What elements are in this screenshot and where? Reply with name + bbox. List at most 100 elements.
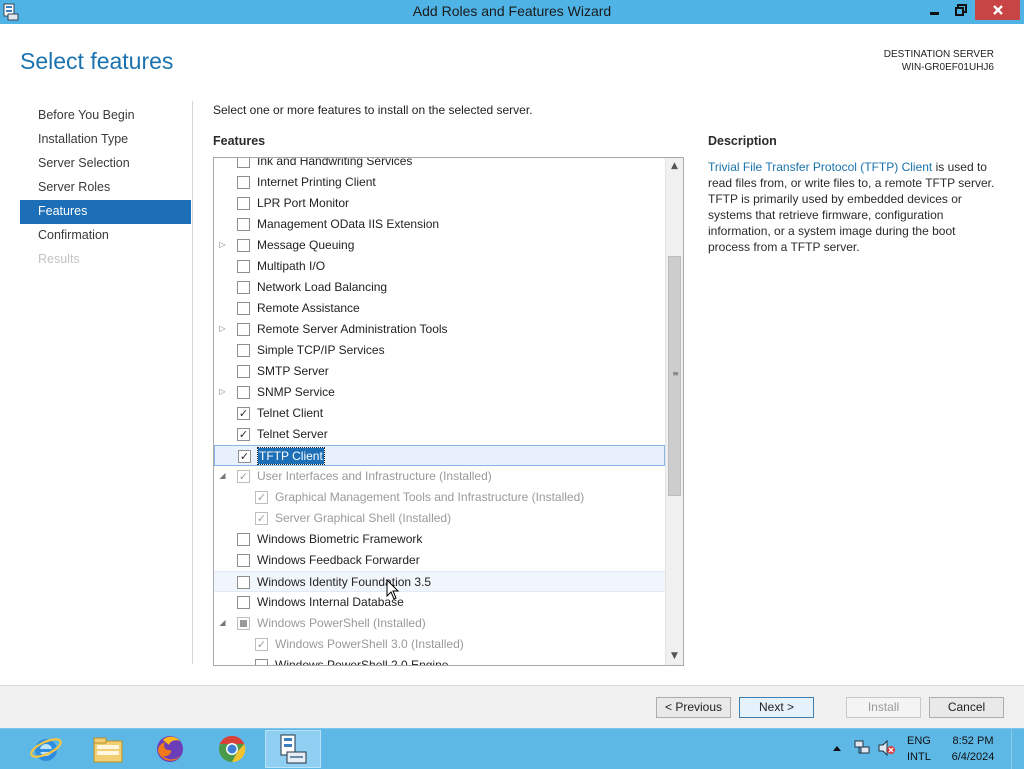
firefox-icon — [157, 736, 183, 762]
feature-checkbox[interactable] — [237, 344, 250, 357]
feature-checkbox[interactable] — [237, 576, 250, 589]
feature-row[interactable]: ▷ SNMP Service — [214, 382, 665, 403]
feature-label: Windows Feedback Forwarder — [257, 553, 420, 567]
collapsed-arrow-icon[interactable]: ▷ — [218, 387, 227, 396]
cancel-button[interactable]: Cancel — [929, 697, 1004, 718]
feature-checkbox[interactable] — [237, 596, 250, 609]
restore-button[interactable] — [948, 0, 974, 20]
feature-checkbox[interactable]: ✓ — [238, 450, 251, 463]
expanded-arrow-icon[interactable]: ◢ — [218, 618, 227, 627]
feature-row[interactable]: ✓ Graphical Management Tools and Infrastr… — [214, 487, 665, 508]
wizard-nav: Before You Begin Installation Type Serve… — [20, 104, 191, 272]
feature-checkbox[interactable] — [237, 323, 250, 336]
taskbar-internet-explorer[interactable] — [18, 730, 74, 768]
taskbar-file-explorer[interactable] — [80, 730, 136, 768]
feature-row[interactable]: Windows Feedback Forwarder — [214, 550, 665, 571]
taskbar-chrome[interactable] — [204, 730, 260, 768]
feature-label: LPR Port Monitor — [257, 196, 350, 210]
feature-row[interactable]: Simple TCP/IP Services — [214, 340, 665, 361]
feature-checkbox[interactable] — [237, 365, 250, 378]
taskbar-server-manager[interactable] — [265, 730, 321, 768]
feature-row[interactable]: ◢ Windows PowerShell (Installed) — [214, 613, 665, 634]
feature-label: Management OData IIS Extension — [257, 217, 440, 231]
collapsed-arrow-icon[interactable]: ▷ — [218, 324, 227, 333]
feature-row[interactable]: ✓ Telnet Server — [214, 424, 665, 445]
feature-row[interactable]: Management OData IIS Extension — [214, 214, 665, 235]
taskbar-firefox[interactable] — [142, 730, 198, 768]
feature-checkbox: ✓ — [237, 470, 250, 483]
feature-checkbox: ✓ — [255, 512, 268, 525]
feature-row[interactable]: Multipath I/O — [214, 256, 665, 277]
feature-checkbox[interactable] — [237, 386, 250, 399]
feature-checkbox[interactable] — [237, 218, 250, 231]
show-desktop-button[interactable] — [1011, 729, 1024, 769]
feature-row[interactable]: Windows Internal Database — [214, 592, 665, 613]
feature-checkbox[interactable] — [237, 533, 250, 546]
clock[interactable]: 8:52 PM 6/4/2024 — [950, 733, 996, 765]
show-hidden-icons-icon[interactable] — [832, 744, 842, 752]
feature-checkbox[interactable] — [237, 239, 250, 252]
feature-row[interactable]: ✓ Telnet Client — [214, 403, 665, 424]
clock-time: 8:52 PM — [952, 735, 994, 747]
feature-row[interactable]: Internet Printing Client — [214, 172, 665, 193]
nav-item-before-you-begin[interactable]: Before You Begin — [20, 104, 191, 128]
language-indicator[interactable]: ENG INTL — [907, 733, 931, 765]
title-bar[interactable]: Add Roles and Features Wizard — [0, 0, 1024, 24]
feature-row[interactable]: Windows Biometric Framework — [214, 529, 665, 550]
expanded-arrow-icon[interactable]: ◢ — [218, 471, 227, 480]
feature-label: Windows Internal Database — [257, 595, 404, 609]
nav-item-installation-type[interactable]: Installation Type — [20, 128, 191, 152]
nav-item-server-selection[interactable]: Server Selection — [20, 152, 191, 176]
scroll-up-arrow-icon[interactable]: ▲ — [666, 158, 683, 175]
minimize-button[interactable] — [922, 0, 948, 20]
nav-item-features[interactable]: Features — [20, 200, 191, 224]
feature-row[interactable]: ✓ Windows PowerShell 3.0 (Installed) — [214, 634, 665, 655]
nav-item-server-roles[interactable]: Server Roles — [20, 176, 191, 200]
features-header: Features — [213, 134, 266, 148]
feature-row[interactable]: Windows Identity Foundation 3.5 — [214, 571, 665, 592]
feature-checkbox[interactable] — [237, 554, 250, 567]
scrollbar-thumb[interactable]: ≡ — [668, 256, 681, 496]
feature-row[interactable]: Network Load Balancing — [214, 277, 665, 298]
next-button[interactable]: Next > — [739, 697, 814, 718]
feature-label: Windows Biometric Framework — [257, 532, 423, 546]
previous-button[interactable]: < Previous — [656, 697, 731, 718]
feature-row[interactable]: ◢ ✓ User Interfaces and Infrastructure (In… — [214, 466, 665, 487]
close-button[interactable] — [975, 0, 1020, 20]
feature-checkbox[interactable] — [237, 302, 250, 315]
feature-row[interactable]: SMTP Server — [214, 361, 665, 382]
feature-row[interactable]: ✓ Server Graphical Shell (Installed) — [214, 508, 665, 529]
feature-checkbox[interactable] — [255, 659, 268, 665]
scroll-down-arrow-icon[interactable]: ▼ — [666, 648, 683, 665]
feature-checkbox[interactable]: ✓ — [237, 407, 250, 420]
vertical-scrollbar[interactable]: ▲ ≡ ▼ — [665, 158, 683, 665]
window-title: Add Roles and Features Wizard — [412, 3, 612, 19]
feature-row[interactable]: ▷ Remote Server Administration Tools — [214, 319, 665, 340]
network-icon[interactable] — [853, 739, 871, 757]
feature-checkbox[interactable] — [237, 281, 250, 294]
feature-checkbox[interactable]: ✓ — [237, 428, 250, 441]
feature-label: Remote Server Administration Tools — [257, 322, 448, 336]
feature-row[interactable]: Remote Assistance — [214, 298, 665, 319]
destination-label: DESTINATION SERVER — [883, 49, 994, 60]
feature-checkbox[interactable] — [237, 197, 250, 210]
feature-label: Multipath I/O — [257, 259, 326, 273]
restore-icon — [955, 4, 967, 16]
feature-row[interactable]: LPR Port Monitor — [214, 193, 665, 214]
feature-checkbox[interactable] — [237, 158, 250, 168]
nav-item-confirmation[interactable]: Confirmation — [20, 224, 191, 248]
features-list[interactable]: Ink and Handwriting Services Internet Pri… — [213, 157, 684, 666]
feature-row[interactable]: ▷ Message Queuing — [214, 235, 665, 256]
volume-muted-icon[interactable] — [878, 740, 896, 756]
collapsed-arrow-icon[interactable]: ▷ — [218, 240, 227, 249]
feature-row[interactable]: Windows PowerShell 2.0 Engine — [214, 655, 665, 665]
feature-checkbox[interactable] — [237, 260, 250, 273]
install-button: Install — [846, 697, 921, 718]
language-line2: INTL — [907, 751, 931, 763]
feature-checkbox[interactable] — [237, 176, 250, 189]
feature-row[interactable]: ✓ TFTP Client — [214, 445, 665, 466]
description-link[interactable]: Trivial File Transfer Protocol (TFTP) Cl… — [708, 160, 932, 174]
feature-label: Windows PowerShell 3.0 (Installed) — [275, 637, 464, 651]
feature-checkbox: ✓ — [255, 491, 268, 504]
feature-row[interactable]: Ink and Handwriting Services — [214, 158, 665, 172]
